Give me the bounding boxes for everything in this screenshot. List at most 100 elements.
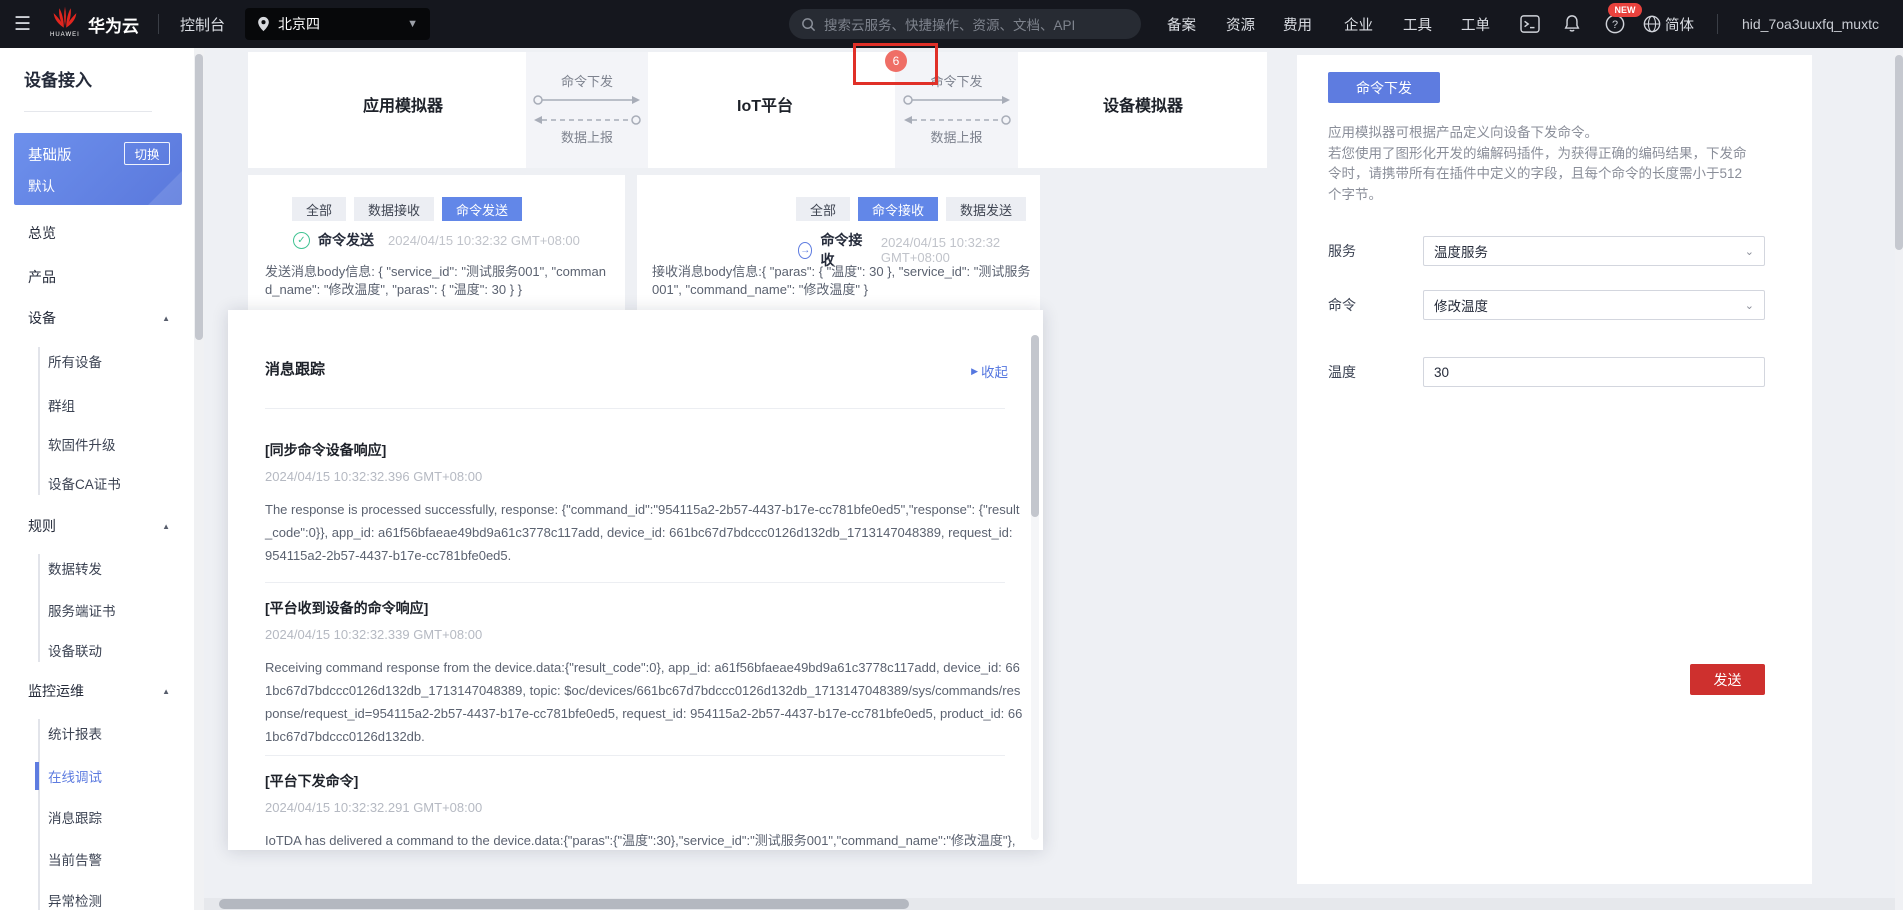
collapse-arrow-icon: ▲ bbox=[162, 521, 170, 531]
message-body: 发送消息body信息: { "service_id": "测试服务001", "… bbox=[265, 264, 606, 297]
global-search-input[interactable]: 搜索云服务、快捷操作、资源、文档、API bbox=[789, 9, 1141, 39]
message-type: 命令发送 bbox=[318, 232, 374, 248]
temperature-label: 温度 bbox=[1328, 364, 1356, 380]
chevron-down-icon: ⌄ bbox=[1744, 299, 1754, 312]
nav-link-billing[interactable]: 费用 bbox=[1283, 0, 1312, 48]
chevron-down-icon: ▼ bbox=[407, 18, 418, 30]
arrow-right-icon bbox=[902, 95, 1010, 105]
sidebar-item-anomaly-detection[interactable]: 异常检测 bbox=[48, 888, 178, 910]
sidebar-item-all-devices[interactable]: 所有设备 bbox=[48, 349, 178, 373]
sidebar-item-online-debug[interactable]: 在线调试 bbox=[48, 764, 178, 788]
simulator-diagram: 应用模拟器 命令下发 数据上报 IoT平台 命令下发 数据上报 设备模拟器 bbox=[248, 52, 1267, 168]
receive-arrow-icon: → bbox=[798, 241, 813, 259]
sidebar-item-products[interactable]: 产品 bbox=[28, 265, 178, 289]
sidebar-item-server-cert[interactable]: 服务端证书 bbox=[48, 598, 178, 622]
trace-entry: [平台下发命令] 2024/04/15 10:32:32.291 GMT+08:… bbox=[265, 771, 1023, 850]
tab-device-data-sent[interactable]: 数据发送 bbox=[945, 197, 1026, 221]
switch-instance-button[interactable]: 切换 bbox=[124, 142, 170, 165]
sidebar-group-monitoring[interactable]: 监控运维 ▲ bbox=[28, 679, 188, 703]
nav-link-enterprise[interactable]: 企业 bbox=[1344, 0, 1373, 48]
nav-link-tools[interactable]: 工具 bbox=[1403, 0, 1432, 48]
sidebar-item-data-forwarding[interactable]: 数据转发 bbox=[48, 556, 178, 580]
service-field-row: 服务 温度服务 ⌄ bbox=[1297, 236, 1812, 266]
sidebar-item-firmware-upgrade[interactable]: 软固件升级 bbox=[48, 432, 178, 456]
search-icon bbox=[802, 17, 816, 31]
success-check-icon: ✓ bbox=[293, 231, 310, 249]
instance-card[interactable]: 基础版 切换 默认 bbox=[14, 133, 182, 205]
page: ☰ HUAWEI 华为云 控制台 北京四 ▼ 搜索云服务、快捷操作、资源、文档、… bbox=[0, 0, 1903, 910]
notifications-bell-icon[interactable] bbox=[1563, 0, 1581, 48]
trace-entry-body: The response is processed successfully, … bbox=[265, 502, 1020, 563]
sidebar-item-device-ca[interactable]: 设备CA证书 bbox=[48, 471, 178, 495]
tab-device-command-received[interactable]: 命令接收 bbox=[857, 197, 938, 221]
message-body: 接收消息body信息:{ "paras": { "温度": 30 }, "ser… bbox=[652, 264, 1031, 297]
horizontal-scrollbar bbox=[204, 898, 1895, 910]
huawei-flower-icon bbox=[53, 6, 77, 28]
vertical-scrollbar-thumb[interactable] bbox=[1895, 55, 1903, 250]
message-time: 2024/04/15 10:32:32 GMT+08:00 bbox=[880, 235, 1001, 265]
trace-divider bbox=[265, 755, 1005, 756]
description-line: 若您使用了图形化开发的编解码插件，为获得正确的编码结果，下发命令时，请携带所有在… bbox=[1328, 145, 1747, 202]
sidebar-item-message-trace[interactable]: 消息跟踪 bbox=[48, 805, 178, 829]
trace-entry-body: IoTDA has delivered a command to the dev… bbox=[265, 833, 1016, 848]
nav-link-resources[interactable]: 资源 bbox=[1226, 0, 1255, 48]
sidebar-scrollbar-thumb[interactable] bbox=[195, 54, 203, 340]
trace-entry-title: [平台下发命令] bbox=[265, 773, 359, 789]
tab-device-all[interactable]: 全部 bbox=[795, 197, 850, 221]
sidebar-divider bbox=[24, 111, 152, 112]
send-button[interactable]: 发送 bbox=[1690, 664, 1765, 695]
horizontal-scrollbar-thumb[interactable] bbox=[219, 899, 909, 909]
region-name: 北京四 bbox=[278, 16, 320, 32]
tab-app-command-sent[interactable]: 命令发送 bbox=[442, 197, 523, 221]
huawei-logo[interactable]: HUAWEI bbox=[50, 5, 80, 43]
trace-scrollbar-thumb[interactable] bbox=[1031, 335, 1039, 517]
edition-label: 基础版 bbox=[28, 148, 72, 164]
trace-entry: [平台收到设备的命令响应] 2024/04/15 10:32:32.339 GM… bbox=[265, 598, 1023, 748]
tab-app-all[interactable]: 全部 bbox=[292, 197, 347, 221]
brand-title[interactable]: 华为云 bbox=[88, 0, 139, 48]
collapse-trace-button[interactable]: ▶ 收起 bbox=[971, 361, 1008, 381]
sidebar-item-current-alarms[interactable]: 当前告警 bbox=[48, 847, 178, 871]
location-pin-icon bbox=[258, 16, 269, 32]
tab-app-data-received[interactable]: 数据接收 bbox=[354, 197, 435, 221]
nav-link-ticket[interactable]: 工单 bbox=[1461, 0, 1490, 48]
command-delivery-button[interactable]: 命令下发 bbox=[1328, 72, 1440, 103]
temperature-input[interactable]: 30 bbox=[1423, 357, 1765, 387]
message-trace-panel: 消息跟踪 ▶ 收起 [同步命令设备响应] 2024/04/15 10:32:32… bbox=[228, 310, 1043, 850]
hamburger-menu-icon[interactable]: ☰ bbox=[14, 0, 31, 48]
node-app-simulator: 应用模拟器 bbox=[362, 98, 443, 115]
search-placeholder: 搜索云服务、快捷操作、资源、文档、API bbox=[824, 18, 1076, 33]
command-delivery-description: 应用模拟器可根据产品定义向设备下发命令。 若您使用了图形化开发的编解码插件，为获… bbox=[1328, 123, 1752, 205]
instance-name: 默认 bbox=[28, 179, 55, 194]
console-link[interactable]: 控制台 bbox=[180, 0, 225, 48]
card-decoration bbox=[130, 163, 182, 205]
region-selector[interactable]: 北京四 ▼ bbox=[245, 8, 430, 40]
arrow-left-dashed-icon bbox=[903, 115, 1011, 125]
trace-entry-title: [平台收到设备的命令响应] bbox=[265, 600, 429, 616]
service-select[interactable]: 温度服务 ⌄ bbox=[1423, 236, 1765, 266]
command-delivery-panel: 命令下发 应用模拟器可根据产品定义向设备下发命令。 若您使用了图形化开发的编解码… bbox=[1297, 55, 1812, 884]
sidebar-item-device-linkage[interactable]: 设备联动 bbox=[48, 638, 178, 662]
flow-label-command: 命令下发 bbox=[930, 74, 983, 89]
command-field-row: 命令 修改温度 ⌄ bbox=[1297, 290, 1812, 320]
language-switcher[interactable]: 简体 bbox=[1643, 0, 1694, 48]
node-device-simulator: 设备模拟器 bbox=[1102, 98, 1183, 115]
top-navbar: ☰ HUAWEI 华为云 控制台 北京四 ▼ 搜索云服务、快捷操作、资源、文档、… bbox=[0, 0, 1903, 48]
command-label: 命令 bbox=[1328, 297, 1356, 313]
temperature-field-row: 温度 30 bbox=[1297, 357, 1812, 387]
subgroup-line bbox=[38, 719, 40, 910]
trace-entry: [同步命令设备响应] 2024/04/15 10:32:32.396 GMT+0… bbox=[265, 440, 1023, 567]
logo-caption: HUAWEI bbox=[50, 32, 80, 38]
trace-entry-time: 2024/04/15 10:32:32.396 GMT+08:00 bbox=[265, 469, 483, 484]
account-id[interactable]: hid_7oa3uuxfq_muxtc bbox=[1742, 0, 1879, 48]
sidebar-group-devices[interactable]: 设备 ▲ bbox=[28, 306, 188, 330]
sidebar-item-groups[interactable]: 群组 bbox=[48, 393, 178, 417]
sidebar-item-reports[interactable]: 统计报表 bbox=[48, 721, 178, 745]
arrow-left-dashed-icon bbox=[534, 115, 641, 125]
chevron-down-icon: ⌄ bbox=[1744, 245, 1754, 258]
command-select[interactable]: 修改温度 ⌄ bbox=[1423, 290, 1765, 320]
sidebar-item-overview[interactable]: 总览 bbox=[28, 221, 178, 245]
nav-link-beian[interactable]: 备案 bbox=[1167, 0, 1196, 48]
cli-terminal-icon[interactable] bbox=[1520, 0, 1540, 48]
sidebar-group-rules[interactable]: 规则 ▲ bbox=[28, 514, 188, 538]
